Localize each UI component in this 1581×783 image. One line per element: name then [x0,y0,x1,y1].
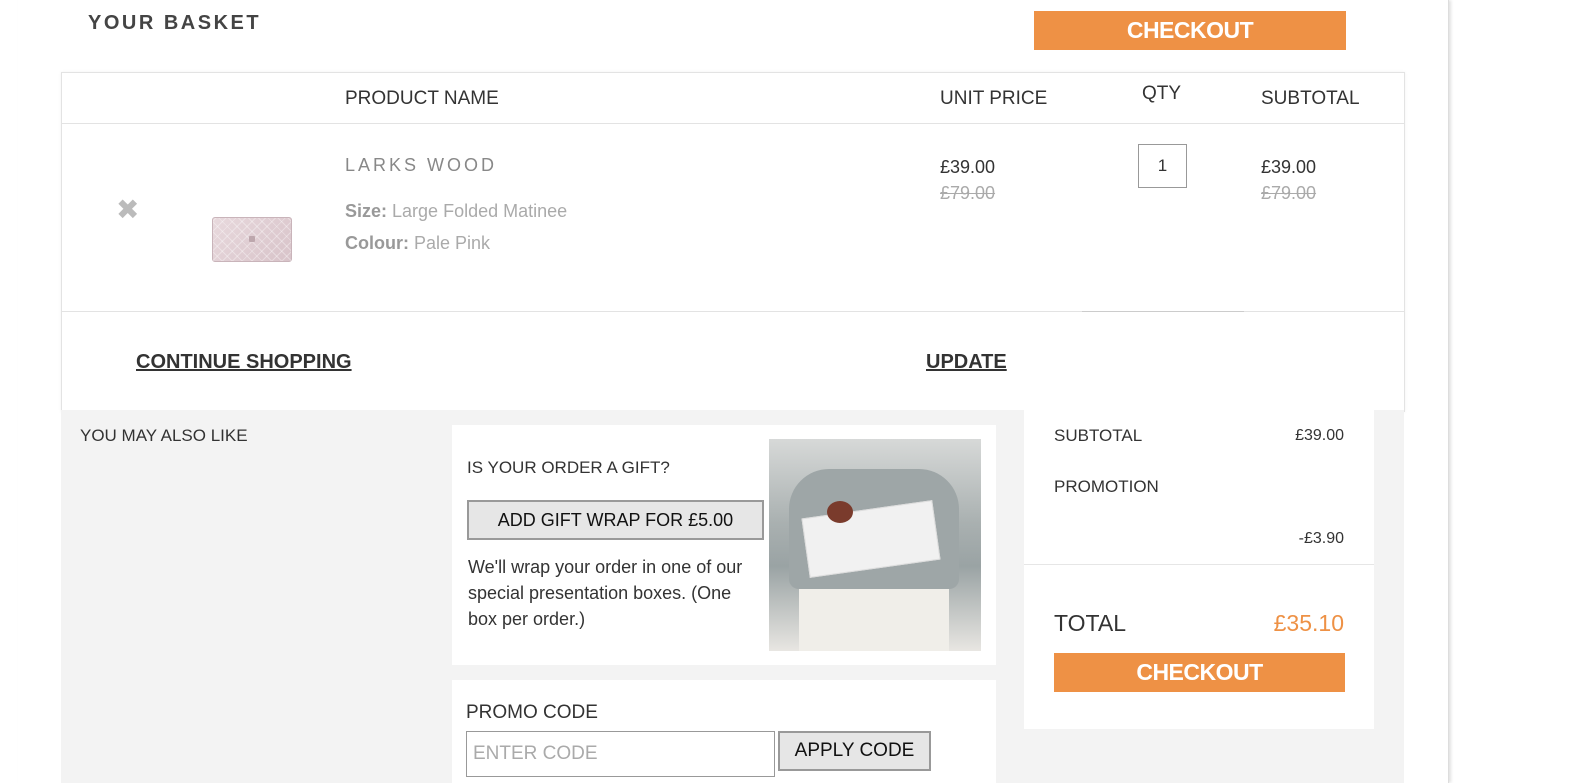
you-may-also-like-title: YOU MAY ALSO LIKE [80,426,248,445]
header-subtotal: SUBTOTAL [1261,88,1360,109]
qty-underline [1082,311,1244,312]
summary-subtotal-value: £39.00 [1295,427,1344,444]
continue-shopping-link[interactable]: CONTINUE SHOPPING [136,351,352,374]
product-name[interactable]: LARKS WOOD [345,155,497,176]
promo-code-label: PROMO CODE [466,702,598,723]
header-product-name: PRODUCT NAME [345,88,499,109]
unit-price-was: £79.00 [940,183,996,203]
gift-question: IS YOUR ORDER A GIFT? [467,458,670,477]
add-gift-wrap-button[interactable]: ADD GIFT WRAP FOR £5.00 [467,500,764,540]
summary-total-value: £35.10 [1273,610,1344,636]
product-thumbnail[interactable] [212,217,292,262]
quantity-input[interactable]: 1 [1138,144,1187,188]
apply-code-button[interactable]: APPLY CODE [778,731,931,771]
page-title: YOUR BASKET [88,12,262,34]
colour-value: Pale Pink [414,233,491,253]
promo-code-card: PROMO CODE APPLY CODE [452,680,996,783]
gift-wrap-card: IS YOUR ORDER A GIFT? ADD GIFT WRAP FOR … [452,425,996,665]
checkout-button-bottom[interactable]: CHECKOUT [1054,653,1345,692]
basket-table: PRODUCT NAME UNIT PRICE QTY SUBTOTAL ✖ L… [61,72,1405,412]
header-unit-price: UNIT PRICE [940,88,1048,109]
summary-divider [1024,564,1374,565]
header-divider [62,123,1404,124]
header-qty: QTY [1142,83,1182,104]
item-subtotal: £39.00 [1261,157,1317,177]
remove-item-icon[interactable]: ✖ [116,196,139,224]
product-colour: Colour: Pale Pink [345,233,490,254]
unit-price: £39.00 [940,157,996,177]
item-subtotal-was: £79.00 [1261,183,1317,203]
gift-box-image [769,439,981,651]
summary-subtotal-label: SUBTOTAL [1054,426,1143,445]
update-link[interactable]: UPDATE [926,351,1007,374]
product-size: Size: Large Folded Matinee [345,201,567,222]
order-summary: SUBTOTAL £39.00 PROMOTION -£3.90 TOTAL £… [1024,410,1374,729]
summary-total-label: TOTAL [1054,610,1126,636]
size-value: Large Folded Matinee [392,201,568,221]
gift-description: We'll wrap your order in one of our spec… [468,557,743,629]
checkout-button-top[interactable]: CHECKOUT [1034,11,1346,50]
summary-promotion-value: -£3.90 [1298,530,1344,547]
colour-label: Colour: [345,233,409,253]
promo-code-input[interactable] [466,731,775,777]
size-label: Size: [345,201,388,221]
summary-promotion-label: PROMOTION [1054,477,1159,496]
